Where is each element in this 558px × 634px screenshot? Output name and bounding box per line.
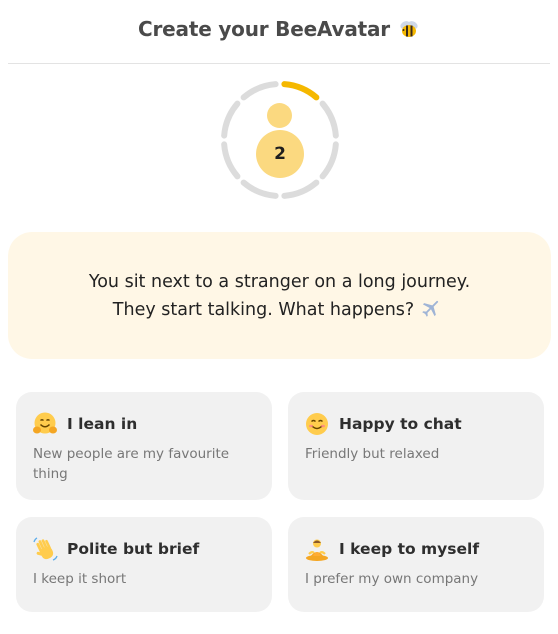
question-line-2: They start talking. What happens? <box>112 299 415 320</box>
progress-segment <box>281 179 320 199</box>
option-description: New people are my favourite thing <box>33 446 230 482</box>
waving-hand-icon <box>32 536 58 562</box>
header-divider <box>8 63 550 64</box>
progress-segment <box>319 141 339 180</box>
option-card-lean-in[interactable]: I lean in New people are my favourite th… <box>16 392 272 500</box>
question-line-2-row: They start talking. What happens? <box>113 296 446 324</box>
option-description: I prefer my own company <box>305 571 479 587</box>
option-header: I keep to myself <box>304 536 479 562</box>
smiling-face-icon <box>304 411 330 437</box>
option-card-happy-to-chat[interactable]: Happy to chat Friendly but relaxed <box>288 392 544 500</box>
option-header: I lean in <box>32 411 137 437</box>
progress-segment <box>319 100 339 139</box>
option-title: Polite but brief <box>67 540 200 558</box>
progress-segment <box>221 141 241 180</box>
option-description: I keep it short <box>33 571 127 587</box>
hugging-face-icon <box>32 411 58 437</box>
progress-segment <box>240 81 279 101</box>
page-title: Create your BeeAvatar <box>138 17 420 41</box>
meditating-person-icon <box>304 536 330 562</box>
option-title: I lean in <box>67 415 138 433</box>
progress-indicator: 2 <box>219 79 341 201</box>
option-card-polite-but-brief[interactable]: Polite but brief I keep it short <box>16 517 272 612</box>
progress-segment <box>240 179 279 199</box>
progress-segment-complete <box>281 81 320 101</box>
progress-segment <box>221 100 241 139</box>
question-card: You sit next to a stranger on a long jou… <box>8 232 551 359</box>
option-header: Happy to chat <box>304 411 462 437</box>
page-title-text: Create your BeeAvatar <box>138 17 390 41</box>
option-card-keep-to-myself[interactable]: I keep to myself I prefer my own company <box>288 517 544 612</box>
airplane-icon <box>420 297 446 323</box>
bee-icon <box>398 18 420 40</box>
question-line-1: You sit next to a stranger on a long jou… <box>88 271 471 292</box>
option-title: I keep to myself <box>339 540 480 558</box>
header: Create your BeeAvatar <box>0 0 558 58</box>
option-description: Friendly but relaxed <box>305 446 440 462</box>
avatar-head <box>267 103 292 128</box>
option-header: Polite but brief <box>32 536 199 562</box>
step-number: 2 <box>256 130 304 178</box>
option-title: Happy to chat <box>339 415 462 433</box>
